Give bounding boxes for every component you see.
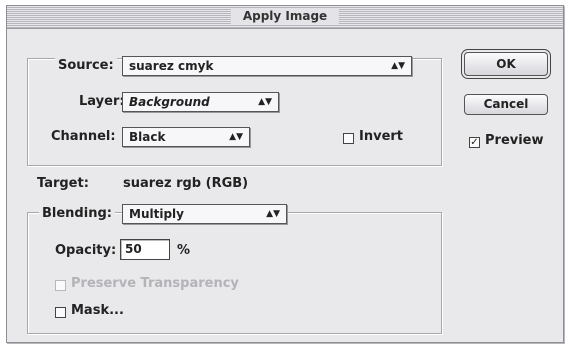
channel-popup-value: Black	[129, 130, 166, 144]
title-bar[interactable]: Apply Image	[7, 6, 563, 29]
up-down-arrows-icon: ▲▼	[266, 209, 280, 219]
mask-label[interactable]: Mask...	[71, 303, 124, 318]
checkmark-icon: ✓	[470, 137, 479, 148]
up-down-arrows-icon: ▲▼	[258, 97, 272, 107]
dialog-title: Apply Image	[230, 8, 340, 24]
cancel-button[interactable]: Cancel	[464, 94, 548, 115]
channel-popup[interactable]: Black ▲▼	[122, 127, 250, 147]
ok-button[interactable]: OK	[464, 52, 548, 76]
blending-label: Blending:	[39, 206, 115, 221]
opacity-input[interactable]: 50	[120, 239, 170, 260]
preserve-transparency-label: Preserve Transparency	[71, 276, 239, 291]
invert-label[interactable]: Invert	[359, 129, 403, 144]
blending-popup-value: Multiply	[129, 207, 184, 221]
target-value: suarez rgb (RGB)	[123, 176, 249, 191]
source-popup-value: suarez cmyk	[129, 59, 214, 73]
source-label: Source:	[55, 58, 117, 73]
invert-checkbox[interactable]	[343, 133, 354, 144]
source-popup[interactable]: suarez cmyk ▲▼	[122, 56, 412, 76]
layer-popup[interactable]: Background ▲▼	[122, 92, 279, 112]
up-down-arrows-icon: ▲▼	[391, 61, 405, 71]
preview-label[interactable]: Preview	[485, 133, 544, 148]
target-label: Target:	[37, 176, 89, 191]
preview-checkbox[interactable]: ✓	[469, 137, 480, 148]
up-down-arrows-icon: ▲▼	[229, 132, 243, 142]
opacity-unit: %	[177, 243, 191, 258]
channel-label: Channel:	[51, 129, 116, 144]
preserve-transparency-checkbox[interactable]	[55, 280, 66, 291]
opacity-label: Opacity:	[55, 243, 117, 258]
mask-checkbox[interactable]	[55, 307, 66, 318]
apply-image-dialog: Apply Image Source: suarez cmyk ▲▼ Layer…	[6, 5, 564, 343]
layer-popup-value: Background	[129, 95, 210, 109]
blending-popup[interactable]: Multiply ▲▼	[122, 204, 287, 224]
layer-label: Layer:	[79, 94, 125, 109]
